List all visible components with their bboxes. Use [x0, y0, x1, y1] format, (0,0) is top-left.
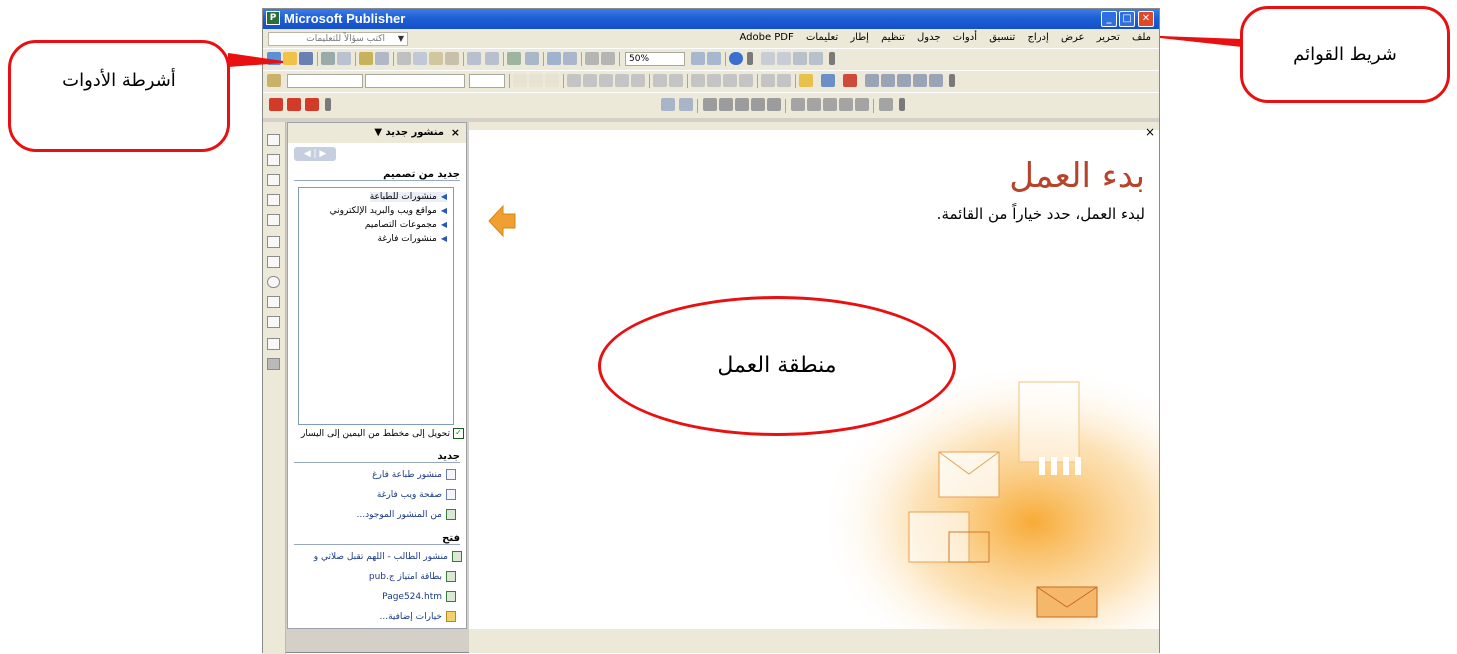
callout-pointers: [227, 36, 1243, 67]
